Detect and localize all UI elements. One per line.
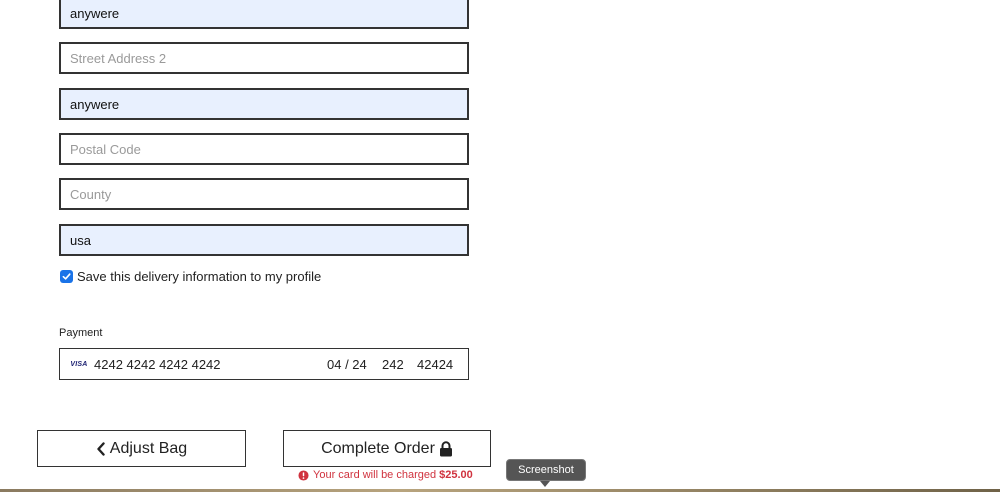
chevron-left-icon: [97, 441, 105, 456]
town-city-field[interactable]: anywere: [59, 88, 469, 120]
complete-order-label: Complete Order: [321, 439, 435, 457]
adjust-bag-label: Adjust Bag: [109, 439, 188, 457]
country-field[interactable]: usa: [59, 224, 469, 256]
street-address-1-value: anywere: [70, 5, 120, 21]
charge-notice-text: Your card will be charged: [313, 469, 437, 481]
adjust-bag-button[interactable]: Adjust Bag: [37, 430, 246, 467]
card-cvc[interactable]: 242: [382, 357, 404, 372]
save-profile-row[interactable]: Save this delivery information to my pro…: [59, 269, 321, 284]
card-number[interactable]: 4242 4242 4242 4242: [94, 357, 221, 372]
card-zip[interactable]: 42424: [417, 357, 453, 372]
complete-order-button[interactable]: Complete Order: [283, 430, 491, 467]
town-city-value: anywere: [70, 96, 120, 112]
country-value: usa: [70, 232, 91, 248]
card-expiry[interactable]: 04 / 24: [327, 357, 367, 372]
card-input[interactable]: VISA 4242 4242 4242 4242 04 / 24 242 424…: [59, 348, 469, 380]
street-address-2-placeholder: Street Address 2: [70, 50, 167, 66]
street-address-1-field[interactable]: anywere: [59, 0, 469, 29]
county-field[interactable]: County: [59, 178, 469, 210]
county-placeholder: County: [70, 186, 112, 202]
lock-icon: [439, 440, 452, 456]
street-address-2-field[interactable]: Street Address 2: [59, 42, 469, 74]
postal-code-placeholder: Postal Code: [70, 141, 141, 157]
tooltip-arrow: [540, 481, 550, 487]
checkmark-icon: [62, 273, 71, 280]
save-profile-checkbox[interactable]: [60, 270, 73, 283]
postal-code-field[interactable]: Postal Code: [59, 133, 469, 165]
visa-card-icon: VISA: [70, 360, 88, 368]
exclamation-circle-icon: [298, 469, 309, 481]
charge-notice: Your card will be charged $25.00: [298, 469, 473, 481]
charge-amount: $25.00: [439, 469, 473, 481]
save-profile-label: Save this delivery information to my pro…: [77, 269, 322, 284]
screenshot-tooltip: Screenshot: [506, 459, 586, 481]
payment-label: Payment: [59, 327, 103, 339]
